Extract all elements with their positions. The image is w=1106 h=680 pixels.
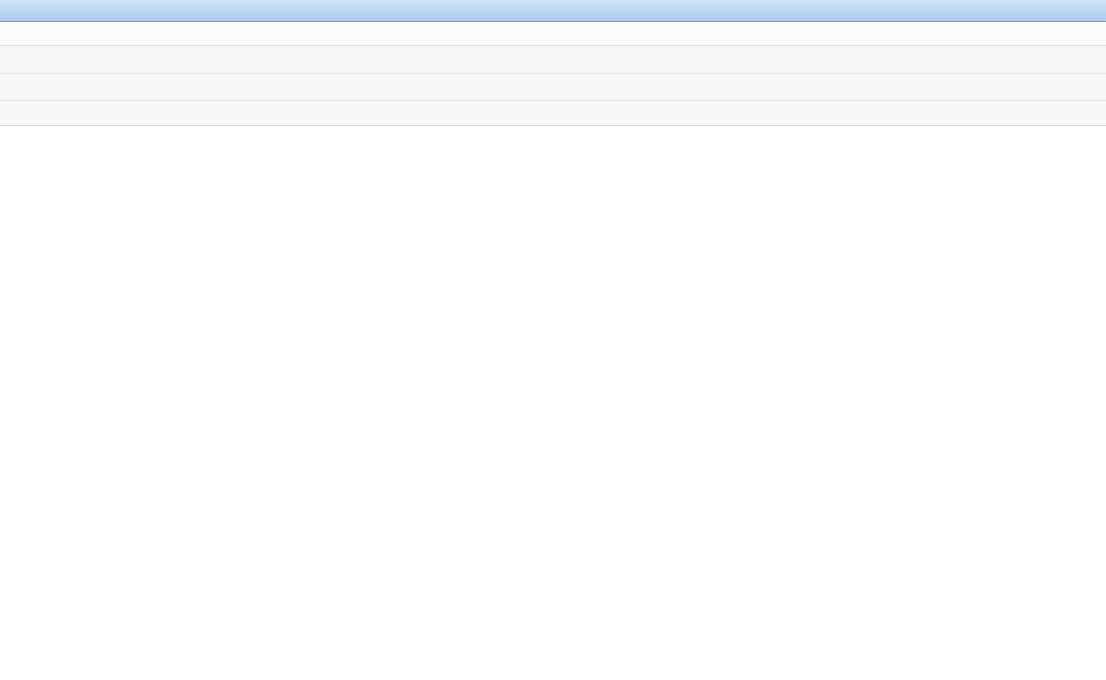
drawing-toolbar (0, 101, 1106, 126)
main-toolbar (0, 46, 1106, 74)
chart-canvas[interactable] (0, 126, 1106, 680)
window-titlebar (0, 0, 1106, 22)
navigation-toolbar (0, 74, 1106, 101)
menubar (0, 22, 1106, 46)
